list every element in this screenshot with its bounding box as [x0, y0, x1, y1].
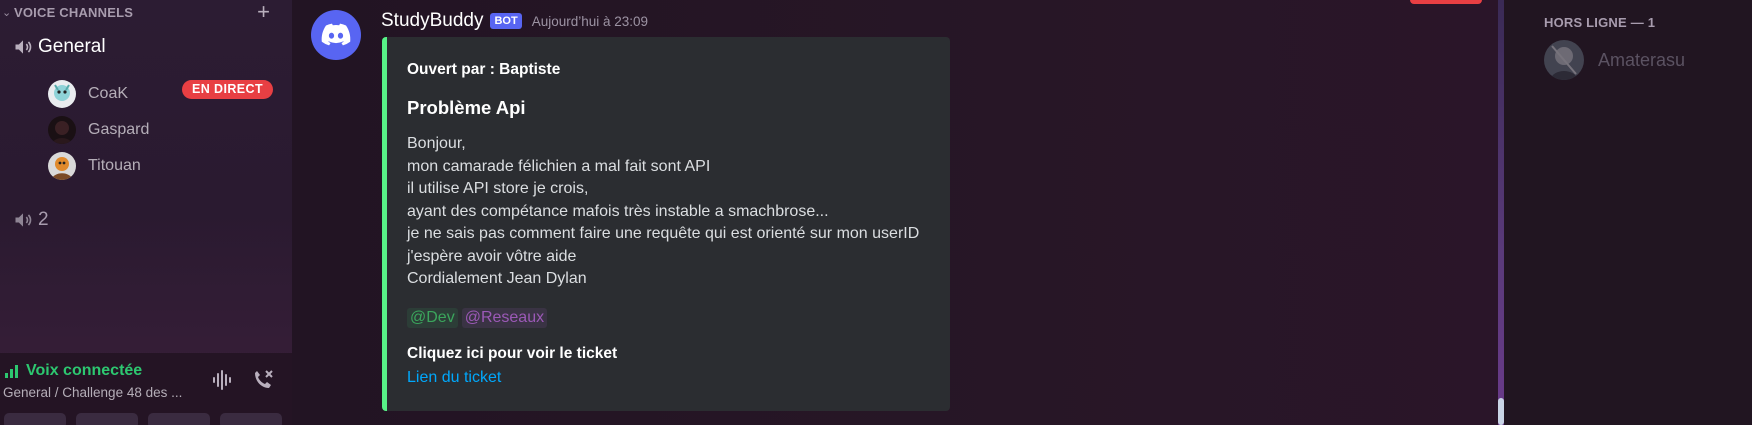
avatar	[48, 116, 76, 144]
description-line: Bonjour,	[407, 135, 466, 152]
voice-channel-2[interactable]: 2	[12, 206, 49, 234]
member-name: Amaterasu	[1598, 49, 1686, 70]
mention-dev[interactable]: @Dev	[407, 308, 458, 328]
member-group-header: HORS LIGNE — 1	[1544, 15, 1656, 30]
channel-name: General	[38, 36, 106, 57]
noise-suppression-icon[interactable]	[210, 367, 236, 393]
author-name[interactable]: StudyBuddy	[381, 10, 483, 32]
description-line: j'espère avoir vôtre aide	[407, 247, 577, 265]
camera-button[interactable]	[4, 413, 66, 425]
soundboard-button[interactable]	[220, 413, 282, 425]
screen-share-button[interactable]	[76, 413, 138, 425]
activity-button[interactable]	[148, 413, 210, 425]
voice-channel-general[interactable]: General	[12, 33, 106, 61]
embed-author: Ouvert par : Baptiste	[407, 61, 561, 78]
message-timestamp: Aujourd’hui à 23:09	[531, 13, 649, 29]
avatar	[48, 80, 76, 108]
channel-sidebar: ⌄ VOICE CHANNELS + General CoaK EN DIREC…	[0, 0, 292, 425]
description-line: ayant des compétance mafois très instabl…	[407, 202, 829, 220]
speaker-icon	[12, 209, 38, 231]
discord-logo-icon	[321, 23, 351, 46]
description-line: je ne sais pas comment faire une requête…	[407, 225, 920, 242]
user-name: Titouan	[88, 157, 141, 174]
voice-status-label: Voix connectée	[26, 362, 143, 379]
message-header: StudyBuddy BOT Aujourd’hui à 23:09	[381, 10, 648, 32]
voice-user-gaspard[interactable]: Gaspard	[48, 114, 149, 146]
bot-avatar[interactable]	[311, 10, 361, 60]
avatar	[48, 152, 76, 180]
mention-reseaux[interactable]: @Reseaux	[461, 308, 548, 328]
embed-description: Bonjour, mon camarade félichien a mal fa…	[407, 133, 919, 291]
disconnect-icon[interactable]	[250, 367, 276, 393]
description-line: il utilise API store je crois,	[407, 180, 589, 197]
chevron-down-icon: ⌄	[2, 6, 12, 19]
description-line: mon camarade félichien a mal fait sont A…	[407, 157, 711, 175]
channel-name: 2	[38, 209, 49, 230]
section-title: VOICE CHANNELS	[14, 4, 134, 20]
user-name: Gaspard	[88, 121, 150, 138]
voice-channels-header[interactable]: ⌄ VOICE CHANNELS +	[0, 0, 292, 25]
live-badge: EN DIRECT	[182, 80, 273, 99]
member-item[interactable]: Amaterasu	[1544, 40, 1685, 80]
add-channel-icon[interactable]: +	[257, 0, 270, 25]
speaker-icon	[12, 36, 38, 58]
embed-title: Problème Api	[407, 97, 526, 118]
new-messages-indicator[interactable]	[1410, 0, 1482, 4]
user-name: CoaK	[88, 85, 129, 102]
voice-channel-path[interactable]: General / Challenge 48 des ...	[3, 385, 182, 400]
role-mentions: @Dev @Reseaux	[407, 308, 551, 328]
signal-icon	[5, 365, 18, 378]
avatar	[1544, 40, 1584, 80]
voice-user-coak[interactable]: CoaK	[48, 78, 128, 110]
voice-user-titouan[interactable]: Titouan	[48, 150, 141, 182]
ticket-embed: Ouvert par : Baptiste Problème Api Bonjo…	[382, 37, 950, 411]
bot-tag: BOT	[490, 13, 522, 29]
voice-status[interactable]: Voix connectée	[4, 362, 142, 380]
description-line: Cordialement Jean Dylan	[407, 270, 587, 287]
member-list: HORS LIGNE — 1 Amaterasu	[1504, 0, 1752, 425]
ticket-link[interactable]: Lien du ticket	[407, 369, 501, 387]
embed-field-name: Cliquez ici pour voir le ticket	[407, 345, 618, 362]
